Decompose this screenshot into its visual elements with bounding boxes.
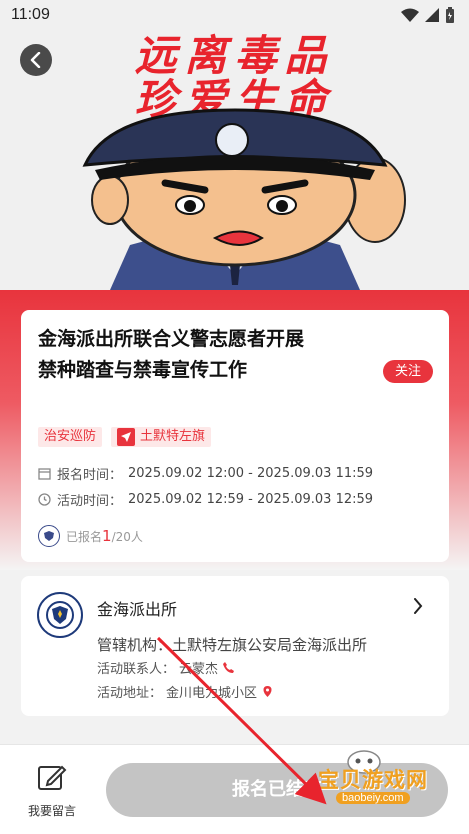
watermark-text: 宝贝游戏网 xyxy=(318,768,428,792)
tag-location[interactable]: 土默特左旗 xyxy=(111,427,212,447)
police-badge-icon xyxy=(38,525,60,547)
navigation-icon xyxy=(117,428,136,446)
location-pin-icon[interactable] xyxy=(261,685,274,698)
status-icons xyxy=(401,7,455,23)
jurisdiction-value: 土默特左旗公安局金海派出所 xyxy=(172,636,368,654)
tag-category-label: 治安巡防 xyxy=(44,429,97,444)
watermark-url: baobeiy.com xyxy=(336,792,410,804)
leave-message-button[interactable]: 我要留言 xyxy=(22,763,82,819)
activity-card: 金海派出所联合义警志愿者开展禁种踏查与禁毒宣传工作 关注 治安巡防 土默特左旗 … xyxy=(21,310,449,562)
address-value: 金川电力城小区 xyxy=(166,686,258,701)
police-emblem-icon xyxy=(46,601,74,629)
status-bar: 11:09 xyxy=(0,0,469,34)
station-card[interactable]: 金海派出所 管辖机构：土默特左旗公安局金海派出所 活动联系人： 云蒙杰 活动地址… xyxy=(21,576,449,716)
wifi-icon xyxy=(401,8,419,22)
clock-icon xyxy=(38,493,51,506)
signup-time-label: 报名时间： xyxy=(57,468,123,483)
chevron-right-icon[interactable] xyxy=(413,598,423,614)
address-label: 活动地址： xyxy=(97,686,163,701)
jurisdiction-label: 管辖机构： xyxy=(97,636,173,654)
station-name: 金海派出所 xyxy=(97,600,178,619)
signal-icon xyxy=(425,8,439,22)
status-time: 11:09 xyxy=(11,6,50,23)
signup-time-value: 2025.09.02 12:00 - 2025.09.03 11:59 xyxy=(128,466,374,481)
signed-total: /20人 xyxy=(111,529,143,544)
activity-title: 金海派出所联合义警志愿者开展禁种踏查与禁毒宣传工作 xyxy=(38,328,305,381)
phone-icon[interactable] xyxy=(222,661,235,674)
contact-row[interactable]: 活动联系人： 云蒙杰 xyxy=(97,658,235,677)
station-logo xyxy=(37,592,83,638)
site-watermark: 宝贝游戏网 baobeiy.com xyxy=(300,750,450,810)
signup-count: 已报名 1 /20人 xyxy=(38,525,143,547)
leave-message-label: 我要留言 xyxy=(27,804,76,818)
police-cartoon-illustration xyxy=(82,108,406,290)
activity-time-label: 活动时间： xyxy=(57,494,123,509)
activity-tags: 治安巡防 土默特左旗 xyxy=(38,427,212,447)
tag-location-label: 土默特左旗 xyxy=(140,429,206,444)
contact-label: 活动联系人： xyxy=(97,662,176,677)
follow-button[interactable]: 关注 xyxy=(383,360,433,383)
contact-value: 云蒙杰 xyxy=(179,662,219,677)
address-row[interactable]: 活动地址： 金川电力城小区 xyxy=(97,682,274,701)
signed-count: 1 xyxy=(102,527,112,545)
activity-time-row: 活动时间： 2025.09.02 12:59 - 2025.09.03 12:5… xyxy=(38,490,373,509)
edit-icon xyxy=(38,765,67,790)
poster-banner: 远离毒品 珍爱生命 xyxy=(0,0,469,290)
calendar-icon xyxy=(38,468,51,480)
signed-prefix: 已报名 xyxy=(66,529,103,544)
signup-time-row: 报名时间： 2025.09.02 12:00 - 2025.09.03 11:5… xyxy=(38,464,373,483)
jurisdiction-row: 管辖机构：土默特左旗公安局金海派出所 xyxy=(97,634,367,655)
battery-icon xyxy=(446,7,454,23)
activity-time-value: 2025.09.02 12:59 - 2025.09.03 12:59 xyxy=(128,492,374,507)
back-button[interactable] xyxy=(20,44,52,76)
tag-category: 治安巡防 xyxy=(38,427,103,447)
chevron-left-icon xyxy=(30,52,41,68)
